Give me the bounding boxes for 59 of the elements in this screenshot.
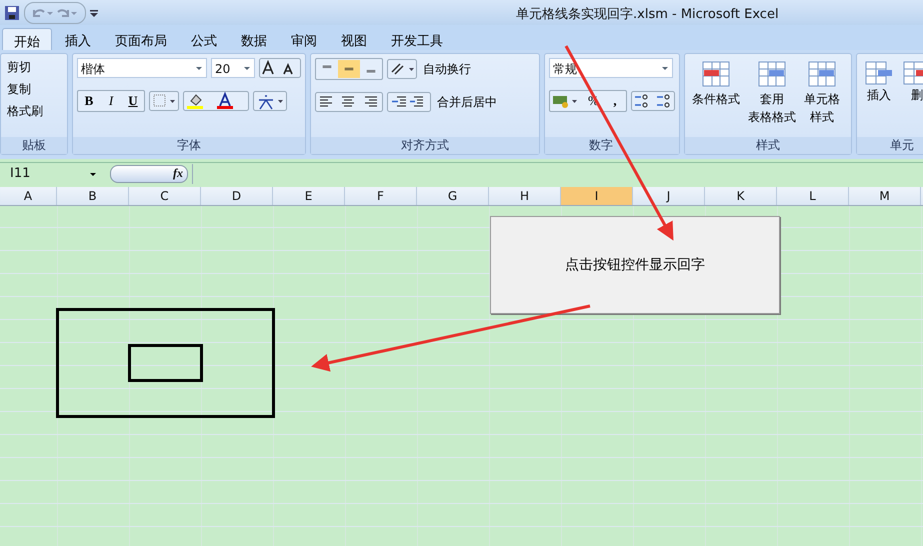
font-grow-icon[interactable] [259,58,301,78]
table-cells-icon [864,60,894,86]
column-header[interactable]: J [633,187,705,205]
column-header[interactable]: K [705,187,777,205]
customize-icon[interactable] [90,8,98,18]
column-header[interactable]: D [201,187,273,205]
clipboard-button[interactable]: 格式刷 [5,102,63,121]
group-label: 字体 [73,137,305,154]
style-button[interactable]: 单元格 样式 [801,58,843,137]
group-label: 对齐方式 [311,137,539,154]
column-header[interactable]: I [561,187,633,205]
column-header[interactable]: F [345,187,417,205]
ribbon-tab[interactable]: 视图 [330,28,378,50]
style-button[interactable]: 套用 表格格式 [745,58,799,137]
column-header[interactable]: M [849,187,921,205]
column-header[interactable]: B [57,187,129,205]
column-header[interactable]: L [777,187,849,205]
ribbon-tab[interactable]: 页面布局 [104,28,178,50]
wrap-text-button[interactable]: 自动换行 [421,60,473,78]
fill-color-icon[interactable] [183,91,249,111]
ribbon-tab[interactable]: 开发工具 [380,28,454,50]
ribbon-tab[interactable]: 公式 [180,28,228,50]
decimal-icon[interactable] [631,91,675,111]
cells-button[interactable]: 插入 [861,58,897,137]
column-header[interactable]: A [0,187,57,205]
save-icon[interactable] [4,4,20,20]
font-size-dropdown[interactable]: 20 [211,58,255,78]
group-label: 样式 [685,137,851,154]
sheet-button[interactable]: 点击按钮控件显示回字 [490,216,780,314]
bold-button[interactable]: B [78,92,100,110]
ribbon-tab[interactable]: 审阅 [280,28,328,50]
column-header[interactable]: E [273,187,345,205]
cells-button[interactable]: 删 [899,58,923,137]
clipboard-button[interactable]: 剪切 [5,58,63,77]
vertical-align-button[interactable] [338,60,360,78]
comma-button[interactable]: , [604,92,626,110]
ribbon-tab[interactable]: 数据 [230,28,278,50]
insert-function-button[interactable]: fx [173,166,183,182]
phonetic-icon[interactable] [253,91,287,111]
merge-center-button[interactable]: 合并后居中 [435,92,499,112]
ribbon-tab[interactable]: 开始 [2,28,52,50]
group-label: 单元 [857,137,923,154]
style-button[interactable]: 条件格式 [689,58,743,137]
horizontal-align-icon[interactable] [315,92,383,112]
font-name-dropdown[interactable]: 楷体 [77,58,207,78]
table-cells-icon [902,60,923,86]
window-title: 单元格线条实现回字.xlsm - Microsoft Excel [516,6,779,23]
orientation-icon[interactable] [387,59,417,79]
italic-button[interactable]: I [100,92,122,110]
border-icon[interactable] [149,91,179,111]
column-header[interactable]: C [129,187,201,205]
ribbon-tab[interactable]: 插入 [54,28,102,50]
column-header[interactable]: G [417,187,489,205]
clipboard-button[interactable]: 复制 [5,80,63,99]
number-format-dropdown[interactable]: 常规 [549,58,673,78]
indent-icon[interactable] [387,92,431,112]
group-label: 数字 [545,137,679,154]
group-label: 贴板 [1,137,67,154]
underline-button[interactable]: U [122,92,144,110]
